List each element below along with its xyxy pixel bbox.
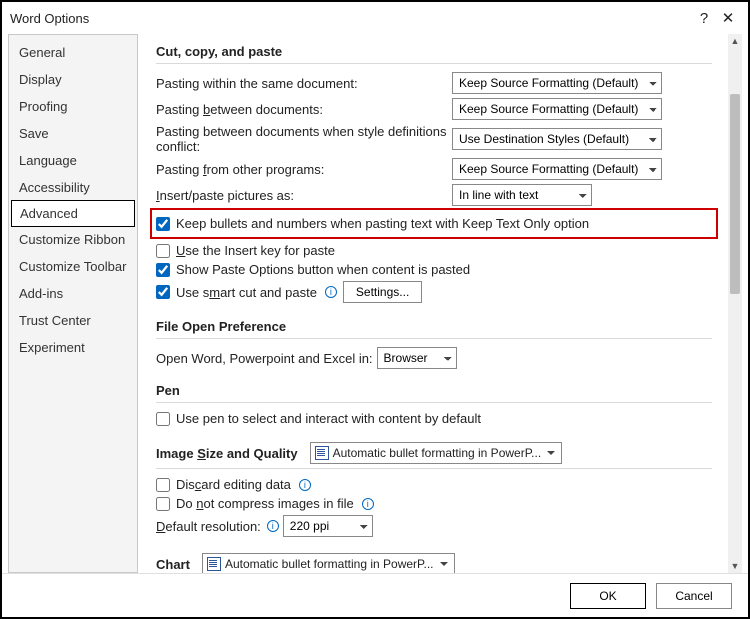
- scroll-down-arrow[interactable]: ▼: [728, 559, 742, 573]
- check-discard-editing-data[interactable]: [156, 478, 170, 492]
- label-insert-pictures: Insert/paste pictures as:: [156, 188, 452, 203]
- sidebar-item-language[interactable]: Language: [9, 147, 137, 174]
- highlighted-option: Keep bullets and numbers when pasting te…: [150, 208, 718, 239]
- info-icon[interactable]: i: [362, 498, 374, 510]
- label-paste-other-programs: Pasting from other programs:: [156, 162, 452, 177]
- check-insert-key[interactable]: [156, 244, 170, 258]
- label-show-paste-options: Show Paste Options button when content i…: [176, 262, 470, 277]
- word-options-dialog: Word Options ? ✕ General Display Proofin…: [0, 0, 750, 619]
- section-image-size-quality: Image Size and Quality Automatic bullet …: [156, 436, 712, 469]
- combo-chart-target-doc[interactable]: Automatic bullet formatting in PowerP...: [202, 553, 455, 573]
- combo-insert-pictures[interactable]: In line with text: [452, 184, 592, 206]
- sidebar-item-customize-toolbar[interactable]: Customize Toolbar: [9, 253, 137, 280]
- section-cut-copy-paste: Cut, copy, and paste: [156, 38, 712, 64]
- combo-paste-other-programs[interactable]: Keep Source Formatting (Default): [452, 158, 662, 180]
- sidebar-item-proofing[interactable]: Proofing: [9, 93, 137, 120]
- dialog-title: Word Options: [10, 11, 89, 26]
- dialog-footer: OK Cancel: [2, 573, 748, 617]
- sidebar-item-customize-ribbon[interactable]: Customize Ribbon: [9, 226, 137, 253]
- info-icon[interactable]: i: [299, 479, 311, 491]
- document-icon: [315, 446, 329, 460]
- label-no-compress: Do not compress images in file: [176, 496, 354, 511]
- scroll-thumb[interactable]: [730, 94, 740, 294]
- check-pen-select[interactable]: [156, 412, 170, 426]
- info-icon[interactable]: i: [325, 286, 337, 298]
- check-no-compress[interactable]: [156, 497, 170, 511]
- combo-default-resolution[interactable]: 220 ppi: [283, 515, 373, 537]
- label-smart-cut-paste: Use smart cut and paste: [176, 285, 317, 300]
- scrollbar[interactable]: ▲ ▼: [728, 34, 742, 573]
- label-insert-key: Use the Insert key for paste: [176, 243, 335, 258]
- label-paste-between: Pasting between documents:: [156, 102, 452, 117]
- sidebar-item-general[interactable]: General: [9, 39, 137, 66]
- label-open-in: Open Word, Powerpoint and Excel in:: [156, 351, 373, 366]
- label-keep-bullets: Keep bullets and numbers when pasting te…: [176, 216, 589, 231]
- cancel-button[interactable]: Cancel: [656, 583, 732, 609]
- category-sidebar: General Display Proofing Save Language A…: [8, 34, 138, 573]
- check-smart-cut-paste[interactable]: [156, 285, 170, 299]
- document-icon: [207, 557, 221, 571]
- check-keep-bullets[interactable]: [156, 217, 170, 231]
- scroll-up-arrow[interactable]: ▲: [728, 34, 742, 48]
- combo-paste-same-doc[interactable]: Keep Source Formatting (Default): [452, 72, 662, 94]
- ok-button[interactable]: OK: [570, 583, 646, 609]
- label-paste-same-doc: Pasting within the same document:: [156, 76, 452, 91]
- label-default-resolution: Default resolution:: [156, 519, 261, 534]
- sidebar-item-display[interactable]: Display: [9, 66, 137, 93]
- label-paste-between-conflict: Pasting between documents when style def…: [156, 124, 452, 154]
- sidebar-item-experiment[interactable]: Experiment: [9, 334, 137, 361]
- sidebar-item-save[interactable]: Save: [9, 120, 137, 147]
- combo-paste-between-conflict[interactable]: Use Destination Styles (Default): [452, 128, 662, 150]
- section-file-open: File Open Preference: [156, 313, 712, 339]
- combo-image-target-doc[interactable]: Automatic bullet formatting in PowerP...: [310, 442, 563, 464]
- options-panel: Cut, copy, and paste Pasting within the …: [138, 34, 728, 573]
- section-pen: Pen: [156, 377, 712, 403]
- combo-paste-between[interactable]: Keep Source Formatting (Default): [452, 98, 662, 120]
- sidebar-item-accessibility[interactable]: Accessibility: [9, 174, 137, 201]
- titlebar: Word Options ? ✕: [2, 2, 748, 34]
- label-discard-editing-data: Discard editing data: [176, 477, 291, 492]
- smart-cut-settings-button[interactable]: Settings...: [343, 281, 422, 303]
- help-button[interactable]: ?: [692, 10, 716, 27]
- sidebar-item-addins[interactable]: Add-ins: [9, 280, 137, 307]
- label-pen-select: Use pen to select and interact with cont…: [176, 411, 481, 426]
- close-button[interactable]: ✕: [716, 9, 740, 27]
- info-icon[interactable]: i: [267, 520, 279, 532]
- combo-open-in[interactable]: Browser: [377, 347, 457, 369]
- sidebar-item-advanced[interactable]: Advanced: [11, 200, 135, 227]
- check-show-paste-options[interactable]: [156, 263, 170, 277]
- sidebar-item-trust-center[interactable]: Trust Center: [9, 307, 137, 334]
- section-chart: Chart Automatic bullet formatting in Pow…: [156, 547, 712, 573]
